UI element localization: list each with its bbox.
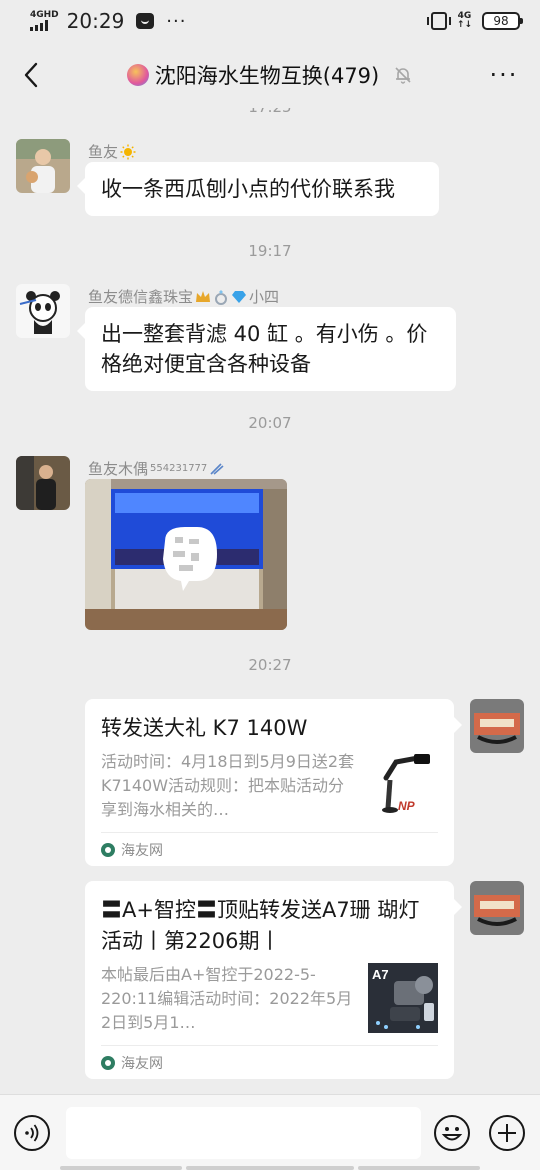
app-notification-icon bbox=[136, 13, 155, 29]
aquarium-photo bbox=[85, 479, 287, 630]
sender-name: 鱼友木偶 554231777 bbox=[88, 458, 225, 479]
sender-name: 鱼友德信鑫珠宝 小四 bbox=[88, 288, 280, 306]
tray-indicator bbox=[186, 1166, 354, 1170]
mute-bell-icon bbox=[395, 67, 411, 84]
card-thumbnail: NP bbox=[368, 750, 438, 820]
card-description: 活动时间：4月18日到5月9日送2套K7140W活动规则：把本贴活动分享到海水相… bbox=[101, 752, 355, 819]
timestamp: 19:17 bbox=[248, 242, 292, 260]
crown-icon bbox=[196, 290, 211, 302]
voice-button[interactable] bbox=[14, 1115, 50, 1151]
status-bar: 4GHD 20:29 ··· 4G ↑↓ 98 bbox=[0, 0, 540, 42]
message-bubble[interactable]: 收一条西瓜刨小点的代价联系我 bbox=[77, 162, 439, 216]
chat-header: 沈阳海水生物互换(479) ··· bbox=[0, 42, 540, 108]
timestamp: 20:27 bbox=[248, 656, 292, 674]
image-message[interactable] bbox=[85, 479, 287, 630]
clock: 20:29 bbox=[66, 9, 125, 33]
emoji-button[interactable] bbox=[434, 1115, 470, 1151]
sun-badge-icon bbox=[120, 144, 136, 159]
more-notifications-icon: ··· bbox=[166, 10, 187, 32]
more-icon: ··· bbox=[489, 61, 519, 89]
svg-text:NP: NP bbox=[398, 799, 416, 813]
avatar[interactable] bbox=[16, 284, 70, 338]
card-thumbnail: A7 bbox=[368, 963, 438, 1033]
vibrate-icon bbox=[426, 12, 451, 30]
source-logo-icon bbox=[101, 1055, 115, 1070]
signal-icon: 4GHD bbox=[30, 11, 59, 31]
sender-name: 鱼友 bbox=[88, 141, 136, 162]
chevron-left-icon bbox=[24, 62, 38, 88]
group-emoji-icon bbox=[126, 64, 149, 86]
timestamp: 17:25 bbox=[0, 108, 540, 116]
avatar[interactable] bbox=[16, 139, 70, 193]
card-source: 海友网 bbox=[101, 832, 438, 866]
message-input[interactable] bbox=[66, 1107, 421, 1159]
my-avatar[interactable] bbox=[470, 699, 524, 753]
svg-text:A7: A7 bbox=[372, 967, 389, 982]
emoji-icon bbox=[441, 1127, 463, 1141]
group-name: 沈阳海水生物互换(479) bbox=[154, 64, 380, 88]
avatar[interactable] bbox=[16, 456, 70, 510]
card-description: 本帖最后由A+智控于2022-5-220:11编辑活动时间：2022年5月2日到… bbox=[101, 965, 353, 1032]
card-title: 〓A+智控〓顶贴转发送A7珊 瑚灯活动丨第2206期丨 bbox=[101, 898, 420, 953]
back-button[interactable] bbox=[16, 60, 46, 90]
network-type: 4GHD bbox=[30, 10, 59, 20]
ring-icon bbox=[215, 289, 228, 305]
chat-messages[interactable]: 17:25 鱼友 收一条西瓜刨小点的代价联系我 19:17 鱼友德信鑫珠宝 bbox=[0, 108, 540, 1094]
network-4g-icon: 4G ↑↓ bbox=[456, 11, 472, 30]
card-source: 海友网 bbox=[101, 1045, 438, 1079]
share-card[interactable]: 〓A+智控〓顶贴转发送A7珊 瑚灯活动丨第2206期丨 本帖最后由A+智控于20… bbox=[85, 881, 462, 1079]
timestamp: 20:07 bbox=[248, 414, 292, 432]
voice-icon bbox=[25, 1124, 39, 1142]
more-functions-button[interactable] bbox=[489, 1115, 525, 1151]
tray-indicator bbox=[358, 1166, 480, 1170]
tray-indicator bbox=[60, 1166, 182, 1170]
my-avatar[interactable] bbox=[470, 881, 524, 935]
battery-icon: 98 bbox=[482, 12, 523, 30]
diamond-icon bbox=[232, 290, 247, 303]
source-logo-icon bbox=[101, 842, 115, 857]
input-bar bbox=[0, 1094, 540, 1170]
message-bubble[interactable]: 出一整套背滤 40 缸 。有小伤 。价格绝对便宜含各种设备 bbox=[77, 307, 456, 391]
fish-badge-icon bbox=[210, 462, 224, 475]
chat-title: 沈阳海水生物互换(479) bbox=[126, 60, 413, 90]
card-title: 转发送大礼 K7 140W bbox=[101, 716, 308, 740]
share-card[interactable]: 转发送大礼 K7 140W 活动时间：4月18日到5月9日送2套K7140W活动… bbox=[85, 699, 462, 866]
more-options-button[interactable]: ··· bbox=[488, 60, 520, 90]
